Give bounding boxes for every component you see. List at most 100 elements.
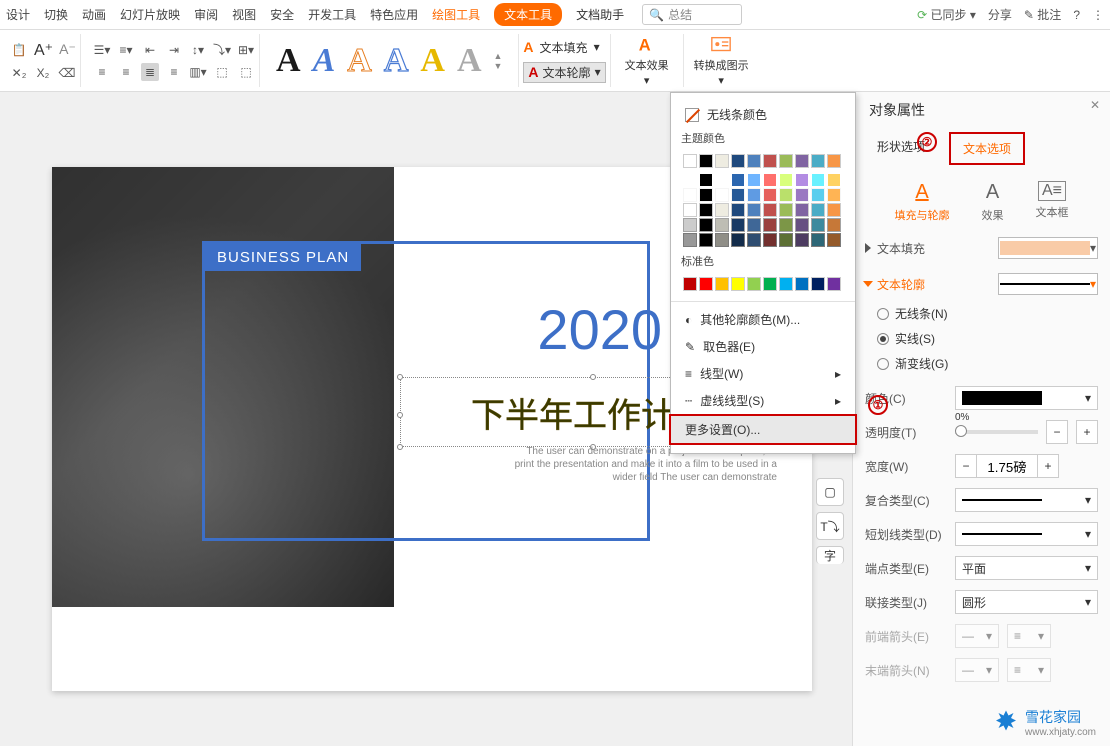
color-swatch[interactable] — [699, 233, 713, 247]
color-swatch[interactable] — [779, 173, 793, 187]
color-swatch[interactable] — [683, 218, 697, 232]
ft-text[interactable]: T⤵ — [816, 512, 844, 540]
format-eraser[interactable]: ⌫ — [58, 64, 76, 82]
color-swatch[interactable] — [811, 173, 825, 187]
text-effect-button[interactable]: A 文本效果 ▾ — [619, 34, 675, 87]
menu-transition[interactable]: 切换 — [44, 6, 68, 23]
color-swatch[interactable] — [795, 203, 809, 217]
color-swatch[interactable] — [747, 277, 761, 291]
color-swatch[interactable] — [715, 203, 729, 217]
radio-gradient[interactable]: 渐变线(G) — [877, 355, 1098, 372]
width-minus[interactable]: − — [955, 454, 977, 478]
color-swatch[interactable] — [715, 233, 729, 247]
color-swatch[interactable] — [795, 277, 809, 291]
indent-inc[interactable]: ⇥ — [165, 41, 183, 59]
more-icon[interactable]: ⋮ — [1092, 8, 1104, 22]
align-right[interactable]: ≡ — [165, 63, 183, 81]
menu-view[interactable]: 视图 — [232, 6, 256, 23]
annotate-button[interactable]: ✎ 批注 — [1024, 6, 1061, 23]
color-swatch[interactable] — [683, 233, 697, 247]
color-swatch[interactable] — [731, 154, 745, 168]
color-swatch[interactable] — [795, 233, 809, 247]
color-swatch[interactable] — [747, 173, 761, 187]
color-swatch[interactable] — [779, 277, 793, 291]
color-swatch[interactable] — [715, 188, 729, 202]
subtab-textbox[interactable]: A≡ 文本框 — [1036, 181, 1069, 223]
color-swatch[interactable] — [683, 277, 697, 291]
color-swatch[interactable] — [715, 218, 729, 232]
menu-design[interactable]: 设计 — [6, 6, 30, 23]
color-swatch[interactable] — [827, 203, 841, 217]
color-swatch[interactable] — [715, 154, 729, 168]
color-swatch[interactable] — [827, 277, 841, 291]
color-swatch[interactable] — [779, 218, 793, 232]
convert-chart-button[interactable]: 转换成图示 ▾ — [683, 34, 755, 87]
ft-char[interactable]: 字 — [816, 546, 844, 564]
select-cap[interactable]: 平面▾ — [955, 556, 1098, 580]
color-swatch[interactable] — [699, 188, 713, 202]
menu-drawtools[interactable]: 绘图工具 — [432, 6, 480, 23]
color-swatch[interactable] — [827, 154, 841, 168]
color-swatch[interactable] — [811, 218, 825, 232]
color-swatch[interactable] — [795, 154, 809, 168]
wordart-style-6[interactable]: A — [457, 42, 482, 80]
color-swatch[interactable] — [683, 203, 697, 217]
text-fill-swatch[interactable]: ▾ — [998, 237, 1098, 259]
section-text-outline[interactable]: 文本轮廓 ▾ — [865, 273, 1098, 295]
radio-no-line[interactable]: 无线条(N) — [877, 305, 1098, 322]
color-swatch[interactable] — [715, 173, 729, 187]
menu-dochelper[interactable]: 文档助手 — [576, 6, 624, 23]
color-swatch[interactable] — [699, 277, 713, 291]
color-swatch[interactable] — [699, 154, 713, 168]
select-arrow-start-size[interactable]: ≡▾ — [1007, 624, 1051, 648]
color-swatch[interactable] — [731, 203, 745, 217]
tab-text-options[interactable]: 文本选项 — [949, 132, 1025, 165]
indent-right[interactable]: ⬚ — [237, 63, 255, 81]
color-swatch[interactable] — [827, 173, 841, 187]
text-dir[interactable]: ⤵▾ — [213, 41, 231, 59]
wordart-style-2[interactable]: A — [313, 42, 336, 80]
color-swatch[interactable] — [811, 233, 825, 247]
ft-frame[interactable]: ▢ — [816, 478, 844, 506]
indent-left[interactable]: ⬚ — [213, 63, 231, 81]
menu-security[interactable]: 安全 — [270, 6, 294, 23]
text-outline-button[interactable]: A 文本轮廓 ▾ — [523, 62, 605, 83]
color-swatch[interactable] — [763, 277, 777, 291]
color-swatch[interactable] — [683, 188, 697, 202]
color-swatch[interactable] — [747, 233, 761, 247]
menu-dev[interactable]: 开发工具 — [308, 6, 356, 23]
dd-no-line[interactable]: 无线条颜色 — [671, 101, 855, 128]
wordart-gallery[interactable]: A A A A A A ▲▼ — [268, 42, 510, 80]
clear-format[interactable]: ✕₂ — [10, 64, 28, 82]
color-swatch[interactable] — [827, 218, 841, 232]
dd-more-settings[interactable]: 更多设置(O)... — [669, 414, 857, 445]
color-swatch[interactable] — [715, 277, 729, 291]
search-box[interactable]: 🔍 总结 — [642, 4, 742, 25]
color-swatch[interactable] — [731, 233, 745, 247]
help-icon[interactable]: ? — [1073, 8, 1080, 22]
close-icon[interactable]: ✕ — [1090, 98, 1100, 112]
font-smaller[interactable]: A⁻ — [59, 41, 76, 58]
color-swatch[interactable] — [779, 233, 793, 247]
align-center[interactable]: ≡ — [117, 63, 135, 81]
wordart-style-5[interactable]: A — [420, 42, 445, 80]
transparency-plus[interactable]: + — [1076, 420, 1098, 444]
color-swatch[interactable] — [811, 203, 825, 217]
color-swatch[interactable] — [779, 188, 793, 202]
color-swatch[interactable] — [795, 173, 809, 187]
subscript[interactable]: X₂ — [34, 64, 52, 82]
numbering[interactable]: ≡▾ — [117, 41, 135, 59]
wordart-style-3[interactable]: A — [347, 42, 372, 80]
subtab-effect[interactable]: A 效果 — [982, 181, 1004, 223]
select-dash[interactable]: ▾ — [955, 522, 1098, 546]
select-arrow-end-type[interactable]: —▾ — [955, 658, 999, 682]
color-swatch[interactable] — [747, 154, 761, 168]
share-button[interactable]: 分享 — [988, 6, 1012, 23]
slider-transparency[interactable]: 0% — [955, 430, 1038, 434]
color-swatch[interactable] — [811, 277, 825, 291]
text-fill-button[interactable]: 文本填充 — [540, 39, 588, 56]
align-left[interactable]: ≡ — [93, 63, 111, 81]
gallery-scroll[interactable]: ▲▼ — [494, 51, 503, 71]
dd-eyedropper[interactable]: ✎取色器(E) — [671, 333, 855, 360]
color-swatch[interactable] — [779, 154, 793, 168]
